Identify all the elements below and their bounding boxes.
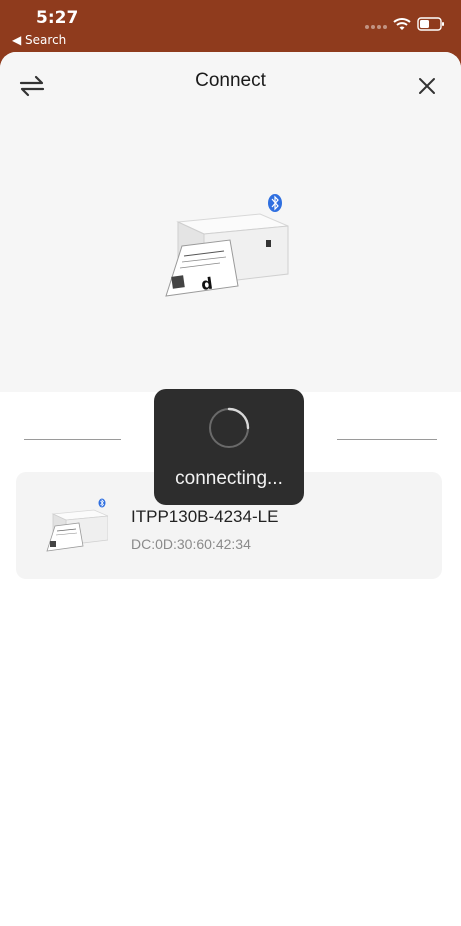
back-to-search-link[interactable]: ◀ Search <box>12 33 66 47</box>
signal-icon <box>365 25 387 29</box>
device-name: ITPP130B-4234-LE <box>131 507 279 526</box>
close-icon[interactable] <box>417 76 437 96</box>
page-title: Connect <box>195 70 266 91</box>
printer-preview-panel: Connect d <box>0 52 461 392</box>
battery-icon <box>417 17 444 31</box>
status-icons <box>365 14 445 34</box>
printer-illustration: d <box>165 194 289 297</box>
status-bar: 5:27 ◀ Search <box>0 0 461 52</box>
bluetooth-badge-icon <box>98 498 106 508</box>
device-mac-address: DC:0D:30:60:42:34 <box>131 536 251 552</box>
toast-message: connecting... <box>175 468 283 489</box>
wifi-icon <box>393 18 411 30</box>
loading-spinner-icon <box>209 407 250 448</box>
bluetooth-badge-icon <box>268 194 282 212</box>
printer-thumbnail-icon <box>46 498 108 552</box>
connecting-toast: connecting... <box>154 389 304 505</box>
status-time: 5:27 <box>36 8 79 28</box>
divider-line-right <box>337 439 437 440</box>
